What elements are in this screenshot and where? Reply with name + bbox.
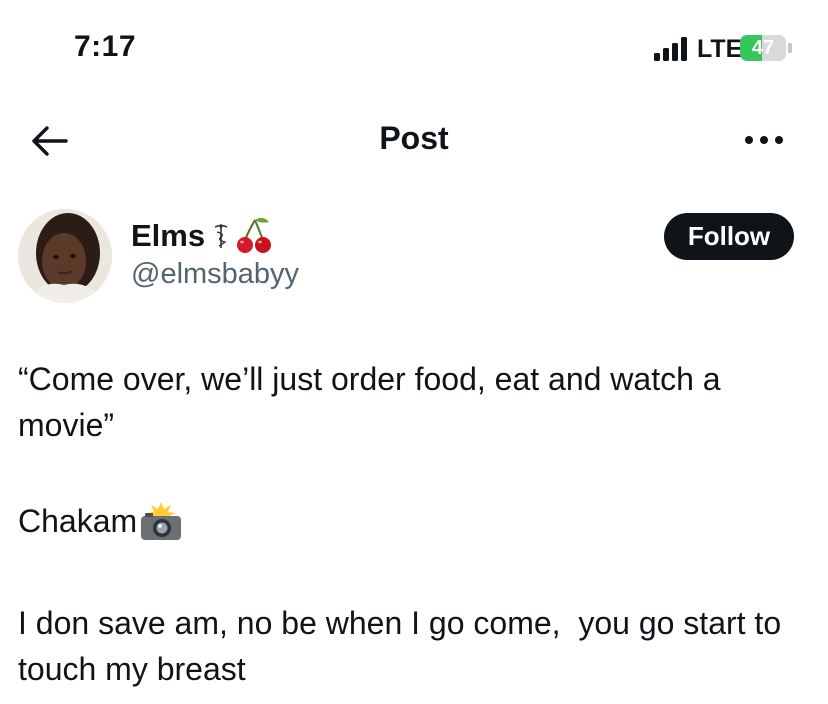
- status-bar: 7:17 LTE 47: [0, 0, 828, 96]
- status-time: 7:17: [74, 30, 137, 63]
- camera-flash-icon: [141, 502, 182, 540]
- author-name-row[interactable]: Elms: [131, 214, 275, 258]
- cherries-icon: [237, 217, 272, 253]
- battery-level: 47: [751, 37, 775, 59]
- network-type: LTE: [697, 35, 743, 63]
- post-paragraph-2-text: Chakam: [18, 503, 138, 539]
- author-handle[interactable]: @elmsbabyy: [131, 258, 299, 291]
- author-display-name[interactable]: Elms: [131, 218, 205, 254]
- author-avatar[interactable]: [18, 209, 112, 303]
- post-paragraph-3: I don save am, no be when I go come, you…: [18, 605, 790, 687]
- post-paragraph-1: “Come over, we’ll just order food, eat a…: [18, 361, 730, 443]
- page-title: Post: [379, 120, 449, 156]
- post-paragraph-2: Chakam: [18, 498, 808, 544]
- avatar-photo: [18, 209, 112, 303]
- battery-cap: [788, 43, 792, 53]
- cellular-signal-icon: [654, 37, 687, 61]
- more-options-icon[interactable]: [744, 128, 784, 152]
- battery-icon: 47: [740, 35, 786, 61]
- caduceus-icon: [214, 224, 228, 248]
- follow-button[interactable]: Follow: [664, 213, 794, 260]
